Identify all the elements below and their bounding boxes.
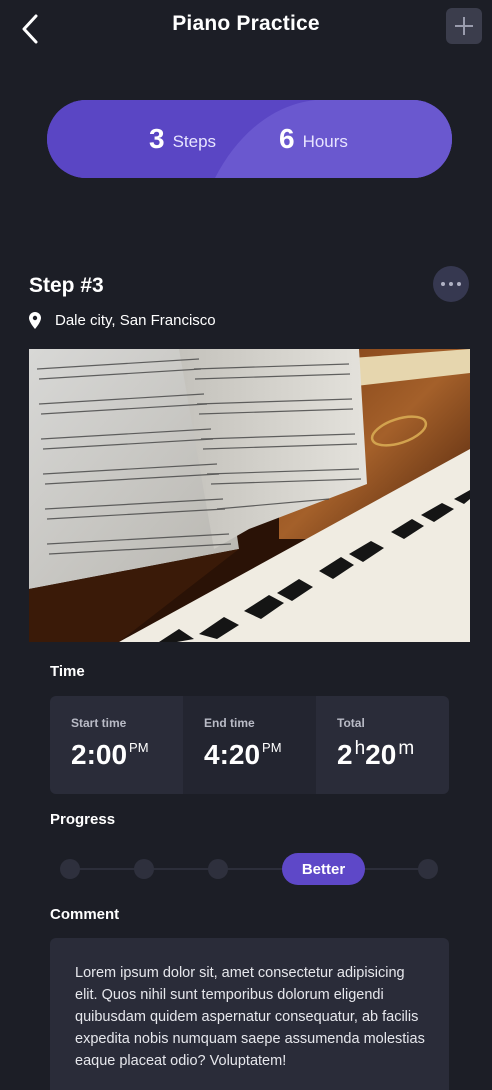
summary-hours: 6 Hours: [279, 100, 348, 178]
total-minutes-unit: m: [398, 738, 415, 759]
summary-steps: 3 Steps: [149, 100, 216, 178]
location: Dale city, San Francisco: [29, 310, 216, 330]
total-hours-unit: h: [354, 738, 366, 759]
progress-step-3[interactable]: [208, 859, 228, 879]
more-horizontal-icon: [441, 282, 461, 286]
page-title: Piano Practice: [172, 12, 320, 35]
hours-count: 6: [279, 123, 295, 154]
total-time-caption: Total: [337, 716, 365, 730]
end-time-caption: End time: [204, 716, 255, 730]
end-time-cell: End time 4:20 PM: [183, 696, 316, 794]
end-time-suffix: PM: [262, 740, 282, 755]
time-card: Start time 2:00 PM End time 4:20 PM Tota…: [50, 696, 449, 794]
progress-step-current[interactable]: Better: [282, 853, 365, 885]
comment-text: Lorem ipsum dolor sit, amet consectetur …: [75, 965, 425, 1069]
total-hours-value: 2: [337, 739, 353, 770]
start-time-caption: Start time: [71, 716, 127, 730]
comment-card: Lorem ipsum dolor sit, amet consectetur …: [50, 938, 449, 1090]
location-pin-icon: [29, 310, 45, 330]
comment-section-label: Comment: [50, 906, 120, 923]
progress-section-label: Progress: [50, 811, 116, 828]
start-time-cell: Start time 2:00 PM: [50, 696, 183, 794]
start-time-value: 2:00: [71, 739, 128, 770]
add-button[interactable]: [446, 8, 482, 44]
header: Piano Practice: [0, 0, 492, 56]
progress-step-1[interactable]: [60, 859, 80, 879]
steps-count: 3: [149, 123, 165, 154]
piano-sheet-music-photo: [29, 349, 470, 642]
progress-track: Better: [60, 852, 440, 886]
step-title: Step #3: [29, 274, 104, 297]
plus-icon: [455, 17, 473, 35]
progress-line: [70, 868, 430, 870]
end-time-value: 4:20: [204, 739, 261, 770]
hours-label: Hours: [302, 132, 348, 151]
progress-step-5[interactable]: [418, 859, 438, 879]
time-section-label: Time: [50, 663, 85, 680]
total-minutes-value: 20: [365, 739, 397, 770]
total-time-cell: Total 2 h 20 m: [316, 696, 449, 794]
location-text: Dale city, San Francisco: [55, 311, 216, 329]
summary-background: [47, 100, 452, 178]
more-options-button[interactable]: [433, 266, 469, 302]
progress-step-2[interactable]: [134, 859, 154, 879]
start-time-suffix: PM: [129, 740, 149, 755]
summary-pill: 3 Steps 6 Hours: [47, 100, 452, 178]
steps-label: Steps: [172, 132, 217, 151]
